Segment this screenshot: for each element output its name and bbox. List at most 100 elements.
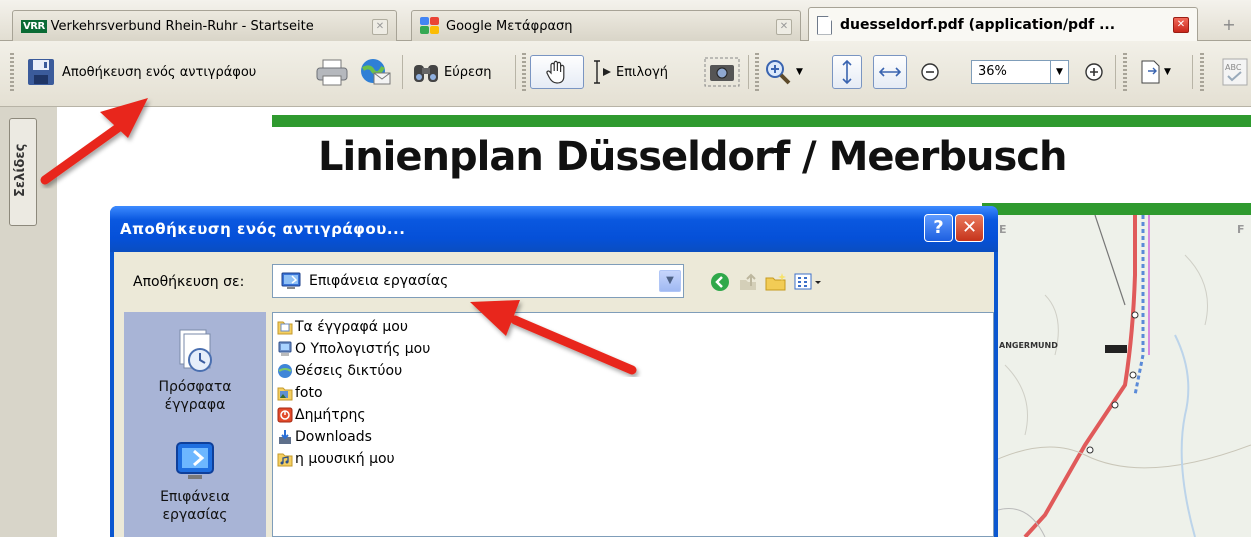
help-button[interactable]: ?: [924, 214, 953, 242]
chevron-down-icon[interactable]: ▼: [1164, 67, 1171, 77]
chevron-down-icon[interactable]: ▼: [659, 270, 681, 292]
header-accent-bar: [272, 115, 1251, 127]
select-tool-button[interactable]: Επιλογή: [592, 55, 668, 89]
map-accent-bar: [982, 203, 1251, 215]
list-item[interactable]: η μουσική μου: [277, 448, 395, 470]
pages-panel-tab[interactable]: Σελίδες: [9, 118, 37, 226]
fit-width-button[interactable]: [873, 55, 907, 89]
place-recent-documents[interactable]: Πρόσφατα έγγραφα: [124, 322, 266, 414]
zoom-level-input[interactable]: 36%: [971, 60, 1051, 84]
user-folder-icon: [277, 407, 293, 423]
print-button[interactable]: [315, 55, 349, 89]
document-title: Linienplan Düsseldorf / Meerbusch: [318, 134, 1067, 180]
binoculars-icon: [414, 65, 438, 82]
list-item[interactable]: Ο Υπολογιστής μου: [277, 338, 430, 360]
list-item[interactable]: foto: [277, 382, 323, 404]
network-places-icon: [278, 364, 292, 378]
recent-documents-icon: [179, 329, 212, 372]
file-name: Θέσεις δικτύου: [295, 363, 403, 379]
new-folder-icon[interactable]: [764, 272, 788, 292]
dialog-title-bar[interactable]: Αποθήκευση ενός αντιγράφου...: [110, 206, 998, 252]
view-menu-icon[interactable]: [794, 272, 824, 292]
list-item[interactable]: Δημήτρης: [277, 404, 366, 426]
place-desktop[interactable]: Επιφάνεια εργασίας: [124, 432, 266, 524]
hand-icon: [546, 60, 565, 84]
fit-height-icon: [842, 59, 852, 85]
spellcheck-button[interactable]: ABC: [1222, 55, 1248, 89]
close-dialog-button[interactable]: ✕: [955, 214, 984, 242]
pdf-toolbar: Αποθήκευση ενός αντιγράφου Εύρεση Επιλογ…: [0, 41, 1251, 107]
transit-map: ANGERMUND E F: [985, 215, 1251, 537]
file-name: Τα έγγραφά μου: [295, 319, 408, 335]
magnifier-plus-icon: [766, 60, 791, 85]
my-documents-icon: [277, 321, 293, 335]
tab-vrr[interactable]: VRR Verkehrsverbund Rhein-Ruhr - Startse…: [12, 10, 397, 41]
email-button[interactable]: [358, 55, 392, 89]
toolbar-separator: [1115, 55, 1116, 89]
photo-folder-icon: [277, 387, 293, 401]
zoom-dropdown-button[interactable]: ▼: [1051, 60, 1069, 84]
snapshot-button[interactable]: [704, 55, 740, 89]
page-layout-button[interactable]: ▼: [1140, 55, 1171, 89]
list-item[interactable]: Downloads: [277, 426, 372, 448]
tab-label: Google Μετάφραση: [446, 18, 573, 34]
fit-height-button[interactable]: [832, 55, 862, 89]
close-tab-icon[interactable]: ✕: [372, 19, 388, 35]
select-label: Επιλογή: [616, 64, 669, 80]
tab-duesseldorf-pdf[interactable]: duesseldorf.pdf (application/pdf ... ✕: [808, 7, 1198, 42]
toolbar-grip[interactable]: [1200, 53, 1204, 91]
camera-icon: [704, 57, 740, 87]
chevron-down-icon[interactable]: ▼: [796, 67, 803, 77]
floppy-disk-icon: [28, 59, 54, 85]
spellcheck-icon: ABC: [1222, 58, 1248, 86]
tab-label: Verkehrsverbund Rhein-Ruhr - Startseite: [50, 18, 314, 34]
tab-label: duesseldorf.pdf (application/pdf ...: [840, 17, 1116, 33]
plus-circle-icon: [1085, 63, 1103, 81]
map-grid-label: E: [999, 223, 1007, 236]
minus-circle-icon: [921, 63, 939, 81]
tab-strip: VRR Verkehrsverbund Rhein-Ruhr - Startse…: [0, 0, 1251, 42]
file-name: foto: [295, 385, 323, 401]
desktop-icon: [176, 442, 214, 479]
dialog-body: Αποθήκευση σε: Επιφάνεια εργασίας ▼ Πρόσ…: [114, 252, 994, 537]
google-translate-icon: [420, 17, 440, 35]
map-drawing: [985, 215, 1251, 537]
toolbar-grip[interactable]: [522, 53, 526, 91]
find-button[interactable]: Εύρεση: [412, 55, 492, 89]
file-name: Ο Υπολογιστής μου: [295, 341, 431, 357]
new-tab-button[interactable]: +: [1207, 10, 1251, 41]
zoom-tool-button[interactable]: ▼: [764, 55, 803, 89]
toolbar-grip[interactable]: [10, 53, 14, 91]
save-copy-button[interactable]: Αποθήκευση ενός αντιγράφου: [26, 55, 256, 89]
dialog-title: Αποθήκευση ενός αντιγράφου...: [120, 220, 406, 238]
file-list[interactable]: Τα έγγραφά μου Ο Υπολογιστής μου Θέσεις …: [272, 312, 994, 537]
zoom-in-button[interactable]: [1083, 55, 1105, 89]
toolbar-grip[interactable]: [755, 53, 759, 91]
tab-google-translate[interactable]: Google Μετάφραση ✕: [411, 10, 801, 41]
printer-icon: [316, 59, 348, 86]
map-grid-label: F: [1237, 223, 1245, 236]
list-item[interactable]: Τα έγγραφά μου: [277, 316, 408, 338]
toolbar-separator: [402, 55, 403, 89]
places-bar: Πρόσφατα έγγραφα Επιφάνεια εργασίας: [124, 312, 266, 537]
file-name: η μουσική μου: [295, 451, 395, 467]
close-tab-icon[interactable]: ✕: [776, 19, 792, 35]
find-label: Εύρεση: [444, 64, 492, 80]
back-arrow-icon[interactable]: [710, 272, 730, 292]
fit-width-icon: [878, 67, 902, 77]
hand-tool-button[interactable]: [530, 55, 584, 89]
map-label-angermund: ANGERMUND: [999, 341, 1058, 350]
save-in-dropdown[interactable]: Επιφάνεια εργασίας ▼: [272, 264, 684, 298]
close-tab-icon[interactable]: ✕: [1173, 17, 1189, 33]
toolbar-grip[interactable]: [1123, 53, 1127, 91]
save-in-value: Επιφάνεια εργασίας: [309, 273, 449, 289]
text-cursor-icon: [594, 60, 611, 84]
svg-text:ABC: ABC: [1225, 63, 1242, 72]
zoom-out-button[interactable]: [919, 55, 941, 89]
list-item[interactable]: Θέσεις δικτύου: [277, 360, 402, 382]
music-folder-icon: [277, 453, 293, 467]
up-folder-icon[interactable]: [738, 272, 758, 292]
toolbar-separator: [1192, 55, 1193, 89]
place-label: Επιφάνεια εργασίας: [160, 489, 230, 523]
my-computer-icon: [278, 341, 292, 356]
